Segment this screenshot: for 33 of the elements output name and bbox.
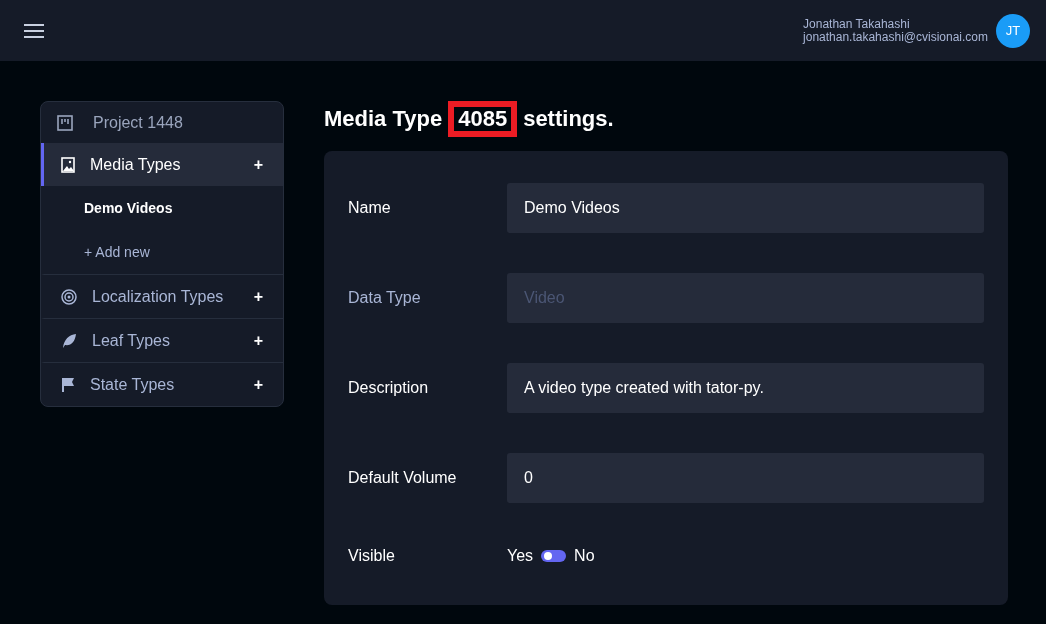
sidebar-section[interactable]: State Types + bbox=[41, 362, 283, 406]
project-link[interactable]: Project 1448 bbox=[41, 102, 283, 143]
add-button[interactable]: + bbox=[253, 375, 263, 394]
input-field[interactable]: 0 bbox=[507, 453, 984, 503]
add-button[interactable]: + bbox=[253, 287, 263, 306]
toggle-switch[interactable] bbox=[541, 550, 567, 562]
menu-icon[interactable] bbox=[24, 22, 44, 39]
add-button[interactable]: + bbox=[253, 155, 263, 174]
flag-icon bbox=[61, 376, 75, 393]
target-icon bbox=[61, 288, 77, 305]
no-label: No bbox=[574, 547, 595, 565]
field-label: Default Volume bbox=[348, 469, 458, 487]
user-name: Jonathan Takahashi bbox=[803, 17, 911, 31]
highlighted-id: 4085 bbox=[448, 101, 518, 137]
sidebar-section[interactable]: Localization Types + bbox=[41, 274, 283, 318]
page-title-suffix: settings. bbox=[523, 106, 614, 132]
image-icon bbox=[61, 156, 75, 173]
board-icon bbox=[57, 114, 73, 131]
sidebar-item[interactable]: Demo Videos bbox=[41, 186, 283, 230]
page-title: Media Type bbox=[324, 106, 443, 132]
sidebar-section[interactable]: Leaf Types + bbox=[41, 318, 283, 362]
yes-label: Yes bbox=[507, 547, 534, 565]
add-new-link[interactable]: + Add new bbox=[41, 230, 283, 274]
input-field[interactable]: A video type created with tator-py. bbox=[507, 363, 984, 413]
user-email: jonathan.takahashi@cvisionai.com bbox=[803, 30, 988, 44]
input-field[interactable]: Demo Videos bbox=[507, 183, 984, 233]
field-label: Description bbox=[348, 379, 430, 397]
leaf-icon bbox=[61, 332, 77, 349]
sidebar-section[interactable]: Media Types + bbox=[41, 143, 283, 186]
field-label: Visible bbox=[348, 547, 396, 565]
field-label: Data Type bbox=[348, 289, 422, 307]
add-button[interactable]: + bbox=[253, 331, 263, 350]
field-label: Name bbox=[348, 199, 392, 217]
